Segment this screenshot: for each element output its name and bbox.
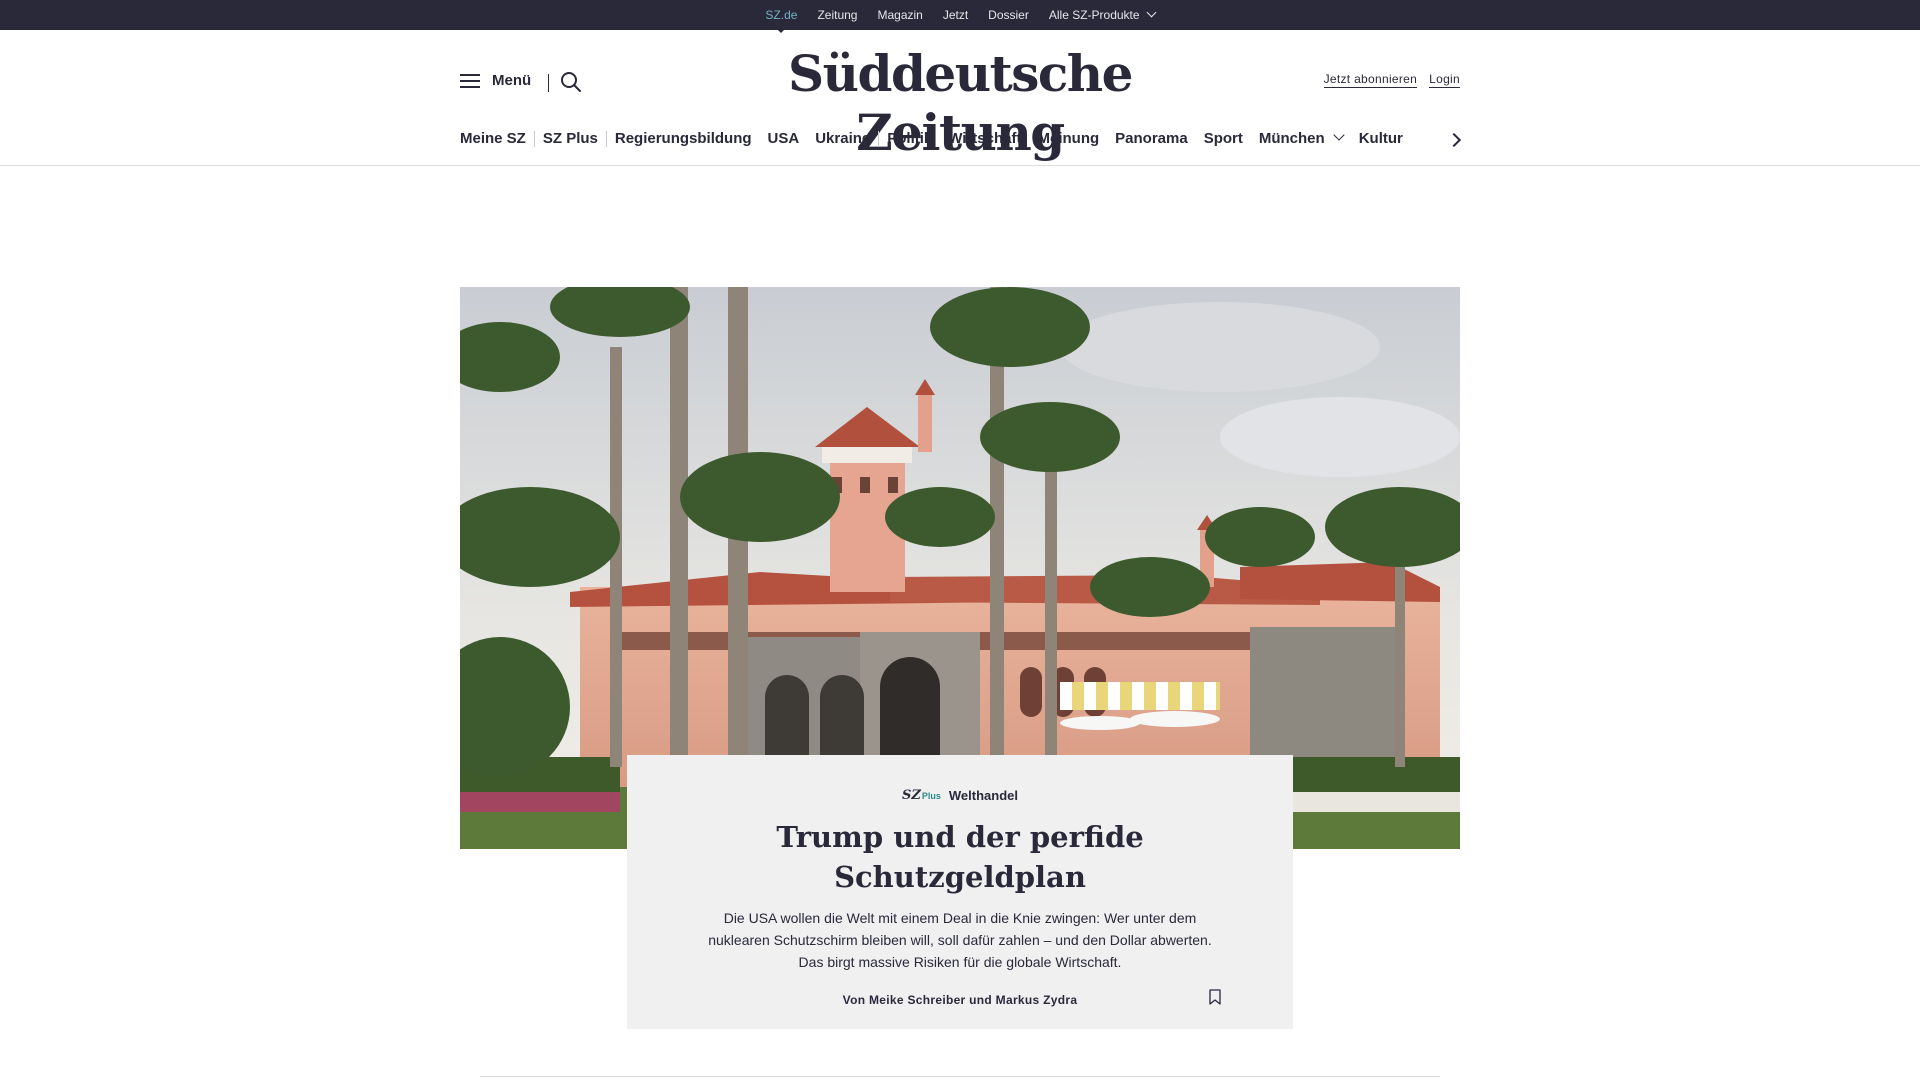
nav-divider-line	[0, 165, 1920, 166]
top-bar-links: SZ.de Zeitung Magazin Jetzt Dossier Alle…	[765, 7, 1157, 33]
nav-item-sport[interactable]: Sport	[1196, 130, 1251, 147]
chevron-down-icon	[1146, 7, 1157, 18]
top-bar: SZ.de Zeitung Magazin Jetzt Dossier Alle…	[0, 0, 1920, 33]
main-nav: Meine SZ SZ Plus Regierungsbildung USA U…	[460, 129, 1411, 147]
article-topic: Welthandel	[948, 788, 1018, 803]
login-link[interactable]: Login	[1429, 72, 1460, 88]
nav-item-muenchen-label: München	[1258, 130, 1325, 147]
topbar-link-dossier[interactable]: Dossier	[988, 8, 1029, 22]
nav-item-panorama[interactable]: Panorama	[1107, 130, 1196, 147]
article-kicker: SZ Plus Welthandel	[627, 788, 1293, 803]
nav-item-muenchen[interactable]: München	[1251, 129, 1351, 147]
topbar-link-szde[interactable]: SZ.de	[765, 8, 797, 33]
nav-item-regierungsbildung[interactable]: Regierungsbildung	[607, 130, 760, 147]
nav-item-ukraine[interactable]: Ukraine	[807, 130, 878, 147]
topbar-link-zeitung[interactable]: Zeitung	[817, 8, 857, 22]
section-divider	[480, 1076, 1440, 1077]
nav-item-meinung[interactable]: Meinung	[1029, 130, 1107, 147]
article-teaser[interactable]: SZ Plus Welthandel Trump und der perfide …	[627, 755, 1293, 1029]
article-byline: Von Meike Schreiber und Markus Zydra	[842, 993, 1078, 1007]
chevron-right-icon[interactable]	[1446, 132, 1462, 148]
subscribe-link[interactable]: Jetzt abonnieren	[1323, 72, 1418, 88]
header-divider	[548, 74, 549, 92]
nav-item-politik[interactable]: Politik	[879, 130, 940, 147]
nav-item-wirtschaft[interactable]: Wirtschaft	[940, 130, 1029, 147]
account-links: Jetzt abonnieren Login	[1323, 72, 1460, 88]
nav-item-sz-plus[interactable]: SZ Plus	[535, 130, 606, 147]
chevron-down-icon	[1333, 129, 1345, 141]
article-headline[interactable]: Trump und der perfide Schutzgeldplan	[730, 817, 1190, 897]
topbar-products-label: Alle SZ-Produkte	[1048, 8, 1140, 22]
nav-item-kultur[interactable]: Kultur	[1351, 130, 1411, 147]
topbar-products-dropdown[interactable]: Alle SZ-Produkte	[1048, 7, 1157, 22]
topbar-link-jetzt[interactable]: Jetzt	[943, 8, 968, 22]
search-icon[interactable]	[560, 71, 582, 93]
sz-plus-badge-sz: SZ	[901, 788, 921, 803]
topbar-link-magazin[interactable]: Magazin	[877, 8, 922, 22]
sz-plus-badge: SZ Plus	[902, 788, 941, 803]
nav-item-usa[interactable]: USA	[760, 130, 808, 147]
nav-item-meine-sz[interactable]: Meine SZ	[460, 130, 534, 147]
article-meta: Von Meike Schreiber und Markus Zydra	[627, 989, 1293, 1011]
hamburger-icon	[460, 73, 480, 89]
sz-plus-badge-plus: Plus	[921, 791, 941, 801]
menu-button[interactable]: Menü	[460, 72, 531, 89]
article-summary: Die USA wollen die Welt mit einem Deal i…	[708, 910, 1212, 970]
bookmark-icon[interactable]	[1209, 989, 1221, 1005]
menu-label: Menü	[492, 72, 532, 89]
